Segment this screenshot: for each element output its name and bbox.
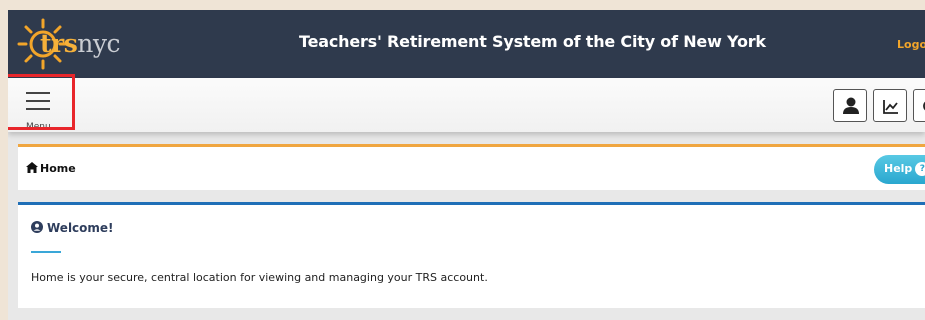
app-frame: trsnyc Teachers' Retirement System of th… bbox=[8, 10, 925, 320]
menu-highlight-box bbox=[8, 74, 75, 130]
logo-text: trsnyc bbox=[40, 29, 121, 58]
user-circle-icon bbox=[31, 221, 43, 233]
breadcrumb[interactable]: Home bbox=[26, 162, 76, 175]
welcome-title: Welcome! bbox=[47, 221, 114, 235]
more-icon bbox=[923, 101, 925, 111]
logout-link[interactable]: Logo bbox=[897, 38, 925, 51]
chart-button[interactable] bbox=[873, 89, 907, 122]
more-button[interactable] bbox=[913, 89, 925, 122]
profile-button[interactable] bbox=[833, 89, 867, 122]
site-header: trsnyc Teachers' Retirement System of th… bbox=[8, 10, 925, 78]
breadcrumb-home-label: Home bbox=[40, 162, 76, 175]
title-underline bbox=[31, 251, 61, 253]
home-icon bbox=[26, 162, 38, 173]
trsnyc-logo[interactable]: trsnyc bbox=[16, 16, 126, 72]
question-icon: ? bbox=[915, 162, 925, 176]
chart-icon bbox=[883, 100, 898, 114]
welcome-panel: Welcome! Home is your secure, central lo… bbox=[18, 202, 925, 308]
site-title: Teachers' Retirement System of the City … bbox=[299, 32, 766, 51]
welcome-heading: Welcome! bbox=[31, 221, 114, 235]
welcome-description: Home is your secure, central location fo… bbox=[31, 271, 488, 284]
help-button-label: Help bbox=[884, 162, 913, 175]
user-icon bbox=[843, 97, 859, 114]
breadcrumb-panel: Home Help? bbox=[18, 144, 925, 190]
help-button[interactable]: Help? bbox=[874, 155, 925, 184]
toolbar: Menu bbox=[8, 78, 925, 132]
